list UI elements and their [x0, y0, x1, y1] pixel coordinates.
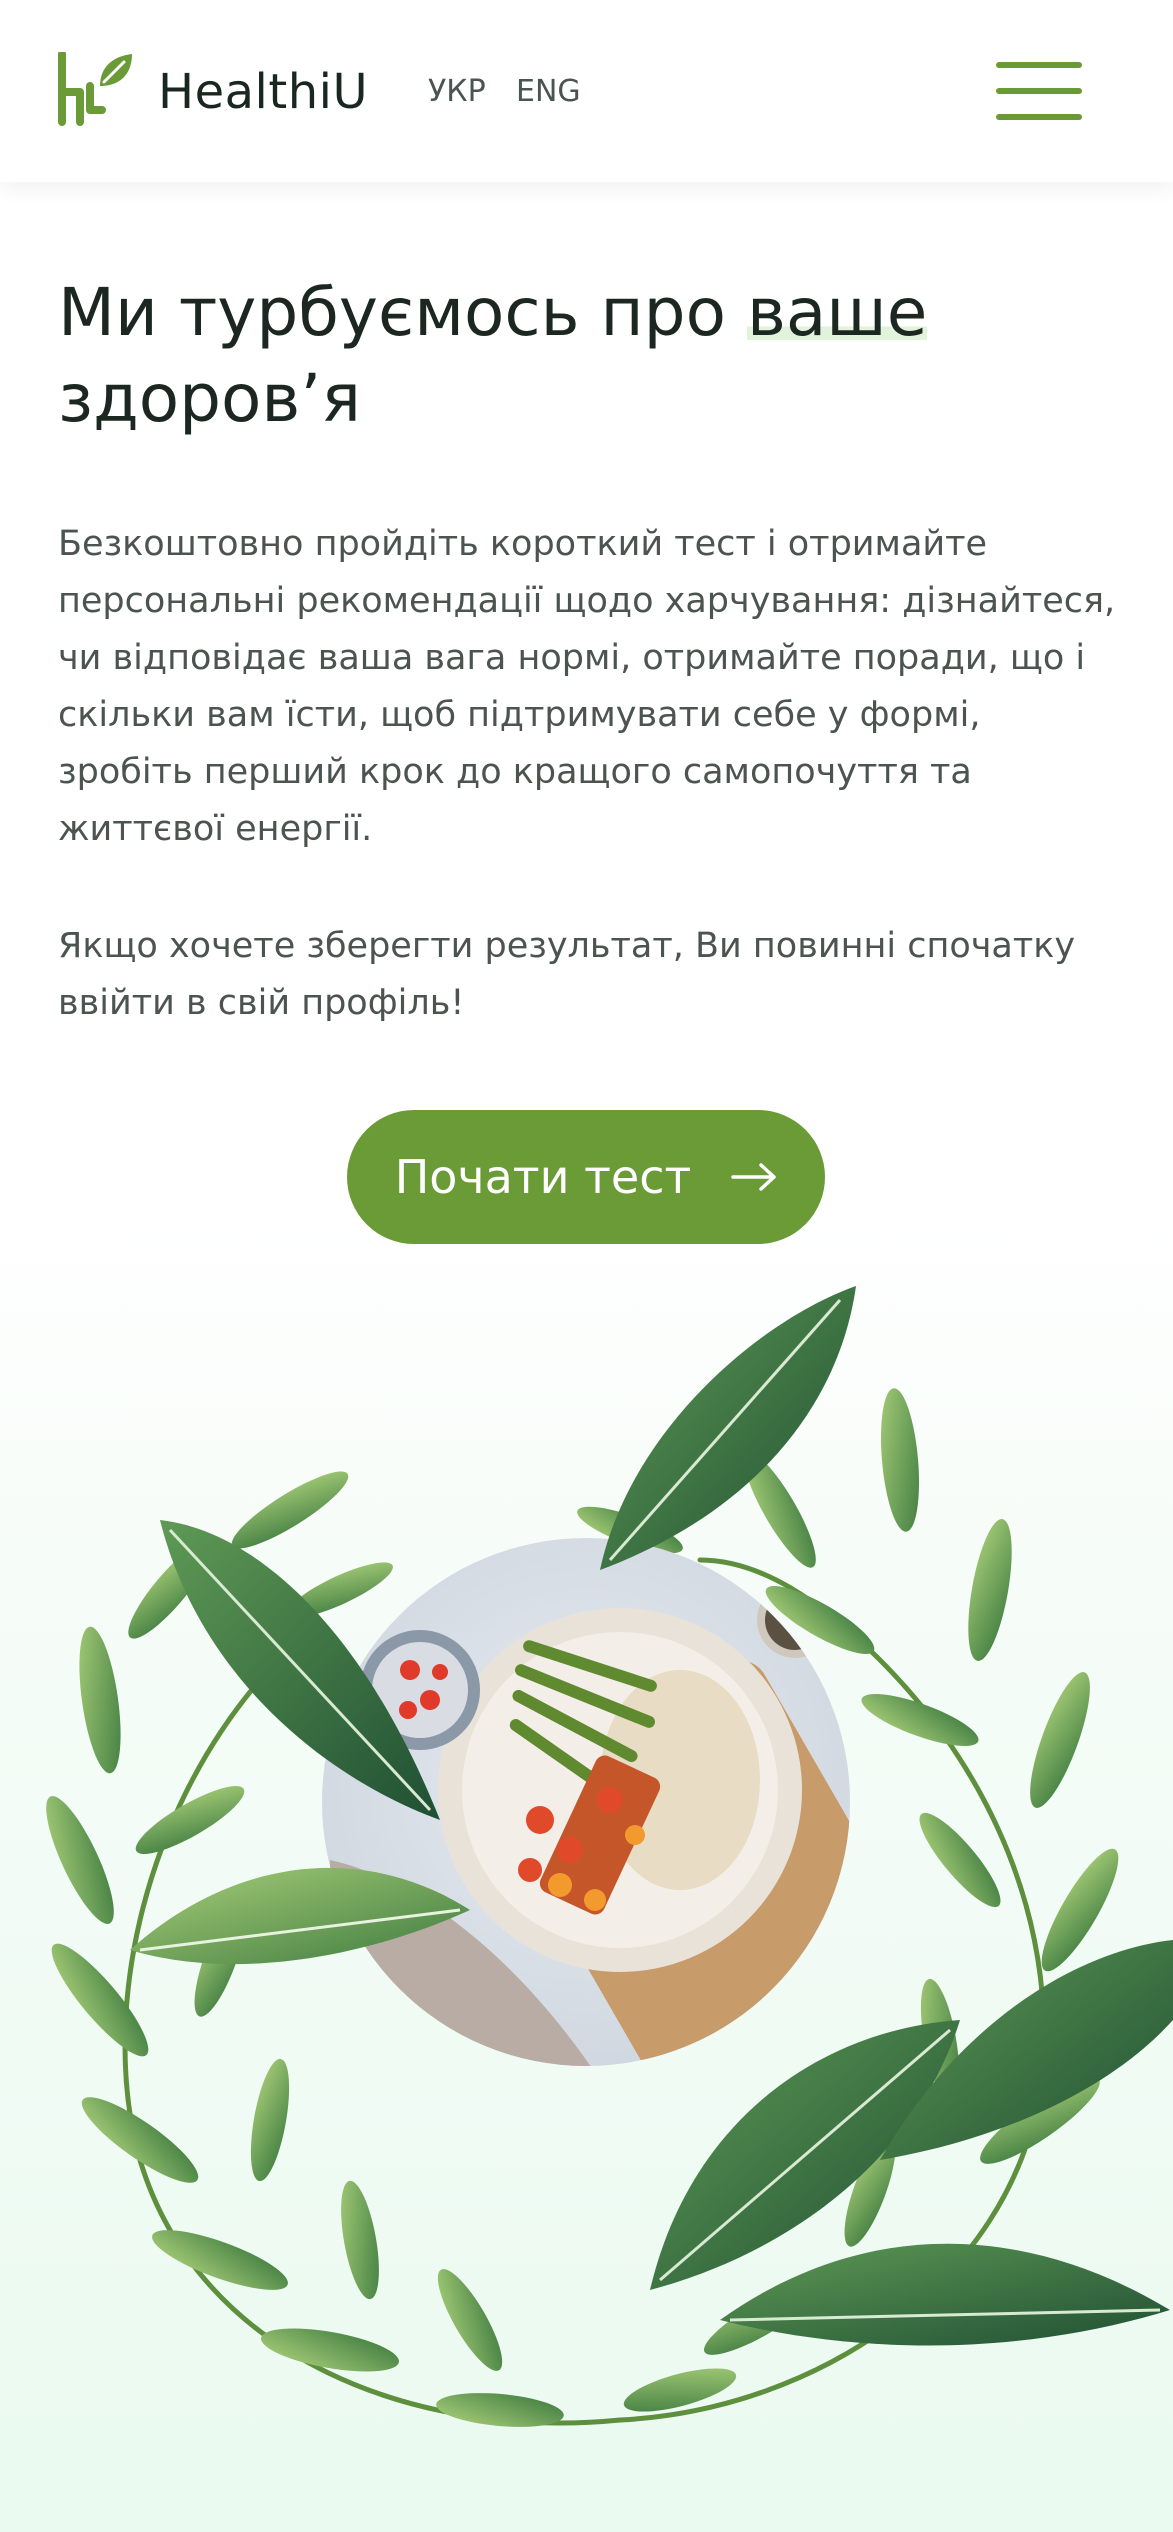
language-eng-link[interactable]: ENG: [516, 74, 581, 110]
language-ukr-link[interactable]: УКР: [428, 74, 486, 110]
title-part-1: Ми турбуємось про: [58, 274, 747, 351]
title-part-2: здоров’я: [58, 360, 361, 437]
login-note: Якщо хочете зберегти результат, Ви повин…: [58, 926, 1076, 1023]
menu-line: [996, 88, 1082, 94]
page-title: Ми турбуємось про ваше здоров’я: [58, 270, 1118, 442]
start-test-label: Почати тест: [394, 1150, 692, 1204]
title-highlight: ваше: [746, 274, 928, 351]
brand-name[interactable]: HealthiU: [158, 64, 368, 120]
page: HealthiU УКР ENG Ми турбуємось про ваше …: [0, 0, 1173, 2532]
arrow-right-icon: [731, 1163, 777, 1191]
start-test-button[interactable]: Почати тест: [347, 1110, 825, 1244]
hamburger-menu-icon[interactable]: [996, 62, 1084, 120]
top-header: HealthiU УКР ENG: [0, 0, 1173, 182]
hero-description: Безкоштовно пройдіть короткий тест і отр…: [58, 524, 1116, 849]
menu-line: [996, 62, 1082, 68]
food-wreath-illustration: [46, 1286, 1173, 2427]
menu-line: [996, 114, 1082, 120]
healthiu-logo-icon[interactable]: [56, 52, 134, 128]
